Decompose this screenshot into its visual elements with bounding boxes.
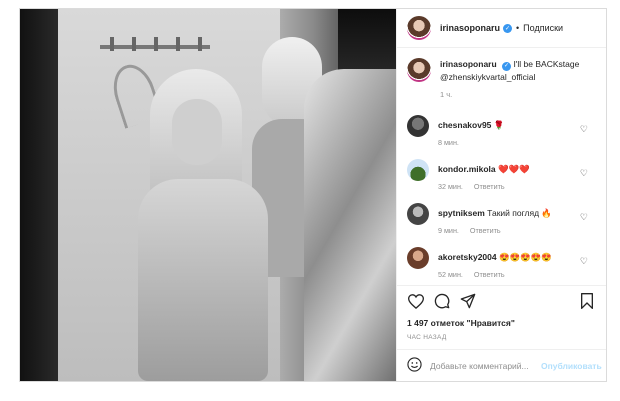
comment-avatar[interactable] xyxy=(407,114,429,137)
comment-text: 😍😍😍😍😍 xyxy=(498,251,552,262)
reply-button[interactable]: Ответить xyxy=(474,270,505,279)
comment-time: 9 мин. xyxy=(438,225,459,235)
caption-username[interactable]: irinasoponaru xyxy=(440,59,497,69)
author-avatar[interactable] xyxy=(407,16,431,40)
publish-button[interactable]: Опубликовать xyxy=(541,361,602,371)
post-photo[interactable] xyxy=(20,9,396,381)
caption-text: I'll be BACKstage xyxy=(513,59,580,69)
comment-text: 🌹 xyxy=(493,119,505,130)
verified-badge-icon: ✓ xyxy=(502,61,512,71)
post-header: irinasoponaru ✓ • Подписки xyxy=(397,9,606,48)
comment-time: 8 мин. xyxy=(438,137,459,147)
comment-username[interactable]: akoretsky2004 xyxy=(438,252,497,262)
reply-button[interactable]: Ответить xyxy=(474,182,505,191)
emoji-icon[interactable] xyxy=(407,357,422,374)
post-sidebar: irinasoponaru ✓ • Подписки irinasoponaru… xyxy=(396,9,606,381)
likes-count[interactable]: 1 497 отметок "Нравится" xyxy=(407,318,596,328)
post-modal: irinasoponaru ✓ • Подписки irinasoponaru… xyxy=(19,8,607,382)
comment-text: ❤️❤️❤️ xyxy=(498,163,530,174)
comment-input[interactable] xyxy=(430,360,541,371)
post-actions: 1 497 отметок "Нравится" ЧАС НАЗАД xyxy=(397,285,606,349)
separator-dot: • xyxy=(516,23,520,33)
comment-like-heart-icon[interactable]: ♡ xyxy=(580,256,588,267)
comment-username[interactable]: spytniksem xyxy=(438,208,485,218)
comment-item: chesnakov95 🌹 8 мин. ♡ xyxy=(407,114,596,149)
comment-avatar[interactable] xyxy=(407,158,429,181)
comment-like-heart-icon[interactable]: ♡ xyxy=(580,212,588,223)
add-comment-bar: Опубликовать xyxy=(397,349,606,381)
bookmark-icon[interactable] xyxy=(578,293,596,309)
post-caption: irinasoponaru ✓ I'll be BACKstage @zhens… xyxy=(407,58,596,101)
heart-icon[interactable] xyxy=(407,293,425,309)
caption-mention[interactable]: @zhenskiykvartal_official xyxy=(440,72,535,82)
post-time: ЧАС НАЗАД xyxy=(407,334,447,341)
verified-badge-icon: ✓ xyxy=(503,23,513,33)
author-username[interactable]: irinasoponaru xyxy=(440,23,500,33)
comment-avatar[interactable] xyxy=(407,202,429,225)
comment-username[interactable]: chesnakov95 xyxy=(438,120,491,130)
caption-avatar[interactable] xyxy=(407,58,431,82)
reply-button[interactable]: Ответить xyxy=(470,226,501,235)
comment-item: spytniksem Такий погляд 🔥 9 мин. Ответить… xyxy=(407,202,596,237)
comment-item: akoretsky2004 😍😍😍😍😍 52 мин. Ответить ♡ xyxy=(407,246,596,281)
caption-time: 1 ч. xyxy=(440,89,453,99)
comment-avatar[interactable] xyxy=(407,246,429,269)
comment-like-heart-icon[interactable]: ♡ xyxy=(580,124,588,135)
following-button[interactable]: Подписки xyxy=(523,23,563,33)
share-icon[interactable] xyxy=(459,293,477,309)
comment-like-heart-icon[interactable]: ♡ xyxy=(580,168,588,179)
comment-username[interactable]: kondor.mikola xyxy=(438,164,496,174)
comment-icon[interactable] xyxy=(433,293,451,309)
comment-time: 52 мин. xyxy=(438,269,463,279)
comment-item: kondor.mikola ❤️❤️❤️ 32 мин. Ответить ♡ xyxy=(407,158,596,193)
comments-list[interactable]: irinasoponaru ✓ I'll be BACKstage @zhens… xyxy=(397,48,606,285)
comment-text: Такий погляд 🔥 xyxy=(487,207,552,218)
comment-time: 32 мин. xyxy=(438,181,463,191)
